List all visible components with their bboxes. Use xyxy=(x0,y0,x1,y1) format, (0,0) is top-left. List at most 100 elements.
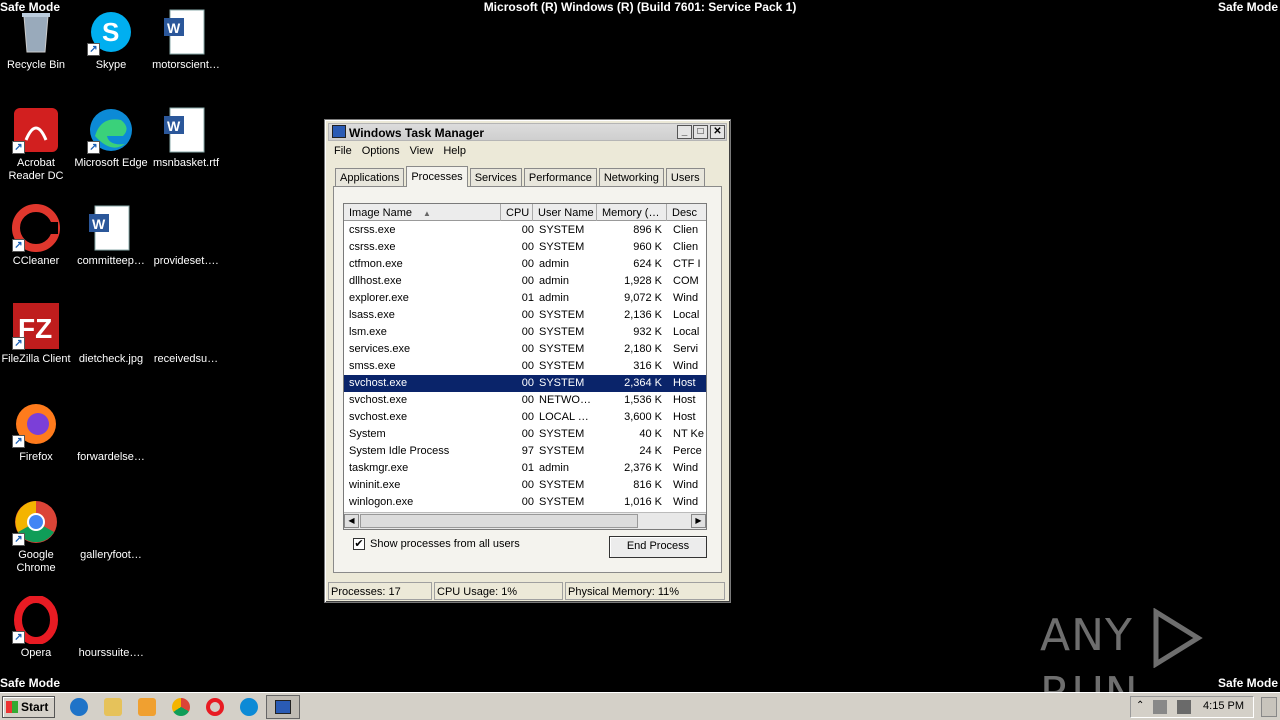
process-memory: 3,600 K xyxy=(624,411,662,423)
desktop-icon-ccleaner[interactable]: ↗ CCleaner xyxy=(0,204,74,268)
process-user: SYSTEM xyxy=(539,241,585,253)
process-name: svchost.exe xyxy=(349,377,408,389)
image-file-icon xyxy=(87,302,135,350)
process-cpu: 00 xyxy=(521,377,534,389)
column-image-name[interactable]: Image Name ▲ xyxy=(344,204,501,221)
file-explorer-icon[interactable] xyxy=(104,698,122,716)
desktop-icon-skype[interactable]: S ↗ Skype xyxy=(73,8,149,72)
maximize-button[interactable]: □ xyxy=(693,125,708,139)
tab-users[interactable]: Users xyxy=(665,168,705,187)
desktop-icon-msnbasket[interactable]: W msnbasket.rtf xyxy=(148,106,224,170)
menu-file[interactable]: File xyxy=(329,143,357,160)
table-row[interactable]: lsass.exe 00 SYSTEM 2,136 K Local xyxy=(344,307,706,324)
process-description: Local xyxy=(673,326,700,338)
skype-icon: S ↗ xyxy=(87,8,135,56)
table-row[interactable]: svchost.exe 00 LOCAL … 3,600 K Host xyxy=(344,409,706,426)
table-row[interactable]: System Idle Process 97 SYSTEM 24 K Perce xyxy=(344,443,706,460)
process-description: Local xyxy=(673,309,700,321)
word-document-icon: W xyxy=(162,106,210,154)
table-row[interactable]: explorer.exe 01 admin 9,072 K Wind xyxy=(344,290,706,307)
table-row[interactable]: csrss.exe 00 SYSTEM 896 K Clien xyxy=(344,222,706,239)
table-row[interactable]: svchost.exe 00 SYSTEM 2,364 K Host xyxy=(344,375,706,392)
scroll-left-arrow-icon[interactable]: ◀ xyxy=(344,514,359,528)
show-all-processes-checkbox[interactable]: ✔ xyxy=(353,538,365,550)
column-memory[interactable]: Memory (… xyxy=(597,204,667,221)
tab-processes[interactable]: Processes xyxy=(406,166,468,187)
desktop-icon-galleryfoot[interactable]: galleryfoot… xyxy=(73,498,149,562)
process-name: winlogon.exe xyxy=(349,496,414,508)
start-button[interactable]: Start xyxy=(2,696,55,718)
process-cpu: 01 xyxy=(521,292,534,304)
horizontal-scrollbar[interactable]: ◀ ▶ xyxy=(344,512,706,529)
tab-applications[interactable]: Applications xyxy=(335,168,405,187)
desktop-icon-hourssuite[interactable]: hourssuite…. xyxy=(73,596,149,660)
status-bar: Processes: 17 CPU Usage: 1% Physical Mem… xyxy=(328,582,727,600)
table-row[interactable]: csrss.exe 00 SYSTEM 960 K Clien xyxy=(344,239,706,256)
show-hidden-icons-icon[interactable]: ⌃ xyxy=(1136,700,1144,711)
table-row[interactable]: lsm.exe 00 SYSTEM 932 K Local xyxy=(344,324,706,341)
desktop-icon-acrobat[interactable]: ↗ Acrobat Reader DC xyxy=(0,106,74,183)
media-player-icon[interactable] xyxy=(138,698,156,716)
menu-view[interactable]: View xyxy=(405,143,439,160)
desktop-icon-firefox[interactable]: ↗ Firefox xyxy=(0,400,74,464)
table-row[interactable]: dllhost.exe 00 admin 1,928 K COM xyxy=(344,273,706,290)
process-description: Wind xyxy=(673,292,699,304)
desktop-icon-chrome[interactable]: ↗ Google Chrome xyxy=(0,498,74,575)
tab-performance[interactable]: Performance xyxy=(523,168,597,187)
desktop-icon-filezilla[interactable]: FZ ↗ FileZilla Client xyxy=(0,302,74,366)
process-rows: csrss.exe 00 SYSTEM 896 K Clien csrss.exe 00 SY… xyxy=(344,222,706,511)
process-user: SYSTEM xyxy=(539,224,585,236)
table-row[interactable]: smss.exe 00 SYSTEM 316 K Wind xyxy=(344,358,706,375)
opera-taskbar-icon[interactable] xyxy=(206,698,224,716)
table-row[interactable]: System 00 SYSTEM 40 K NT Ke xyxy=(344,426,706,443)
desktop-icon-receivedsu[interactable]: receivedsu… xyxy=(148,302,224,366)
process-description: NT Ke xyxy=(673,428,704,440)
tab-services[interactable]: Services xyxy=(469,168,522,187)
column-user-name[interactable]: User Name xyxy=(533,204,597,221)
table-row[interactable]: ctfmon.exe 00 admin 624 K CTF I xyxy=(344,256,706,273)
table-row[interactable]: taskmgr.exe 01 admin 2,376 K Wind xyxy=(344,460,706,477)
table-row[interactable]: wininit.exe 00 SYSTEM 816 K Wind xyxy=(344,477,706,494)
desktop-icon-recycle-bin[interactable]: Recycle Bin xyxy=(0,8,74,72)
desktop-icon-edge[interactable]: ↗ Microsoft Edge xyxy=(73,106,149,170)
process-user: SYSTEM xyxy=(539,479,585,491)
minimize-button[interactable]: _ xyxy=(677,125,692,139)
column-cpu[interactable]: CPU xyxy=(501,204,533,221)
desktop-icon-provideset[interactable]: provideset…. xyxy=(148,204,224,268)
title-bar[interactable]: Windows Task Manager _ □ ✕ xyxy=(328,123,727,141)
desktop-icon-motorscient[interactable]: W motorscient… xyxy=(148,8,224,72)
process-user: SYSTEM xyxy=(539,377,585,389)
process-description: Host xyxy=(673,377,696,389)
task-manager-taskbar-button[interactable] xyxy=(266,695,300,719)
show-all-processes-label[interactable]: Show processes from all users xyxy=(370,538,520,550)
column-description[interactable]: Desc xyxy=(667,204,706,221)
desktop-icon-committeep[interactable]: W committeep… xyxy=(73,204,149,268)
edge-taskbar-icon[interactable] xyxy=(240,698,258,716)
process-list[interactable]: Image Name ▲ CPU User Name Memory (… Des… xyxy=(343,203,707,530)
internet-explorer-icon[interactable] xyxy=(70,698,88,716)
network-error-icon[interactable] xyxy=(1177,700,1191,714)
chrome-taskbar-icon[interactable] xyxy=(172,698,190,716)
scroll-thumb[interactable] xyxy=(360,514,638,528)
volume-muted-icon[interactable] xyxy=(1153,700,1167,714)
desktop-icon-opera[interactable]: ↗ Opera xyxy=(0,595,74,660)
process-cpu: 00 xyxy=(521,309,534,321)
tab-networking[interactable]: Networking xyxy=(598,168,664,187)
process-cpu: 00 xyxy=(521,360,534,372)
table-row[interactable]: svchost.exe 00 NETWO… 1,536 K Host xyxy=(344,392,706,409)
menu-help[interactable]: Help xyxy=(438,143,471,160)
end-process-button[interactable]: End Process xyxy=(609,536,707,558)
process-user: SYSTEM xyxy=(539,428,585,440)
table-row[interactable]: winlogon.exe 00 SYSTEM 1,016 K Wind xyxy=(344,494,706,511)
desktop-icon-forwardelse[interactable]: forwardelse… xyxy=(73,400,149,464)
show-desktop-button[interactable] xyxy=(1261,697,1277,717)
file-icon xyxy=(87,498,135,546)
process-cpu: 00 xyxy=(521,224,534,236)
close-button[interactable]: ✕ xyxy=(710,125,725,139)
scroll-right-arrow-icon[interactable]: ▶ xyxy=(691,514,706,528)
desktop-icon-dietcheck[interactable]: dietcheck.jpg xyxy=(73,302,149,366)
table-row[interactable]: services.exe 00 SYSTEM 2,180 K Servi xyxy=(344,341,706,358)
process-memory: 2,136 K xyxy=(624,309,662,321)
menu-options[interactable]: Options xyxy=(357,143,405,160)
clock[interactable]: 4:15 PM xyxy=(1203,700,1244,712)
